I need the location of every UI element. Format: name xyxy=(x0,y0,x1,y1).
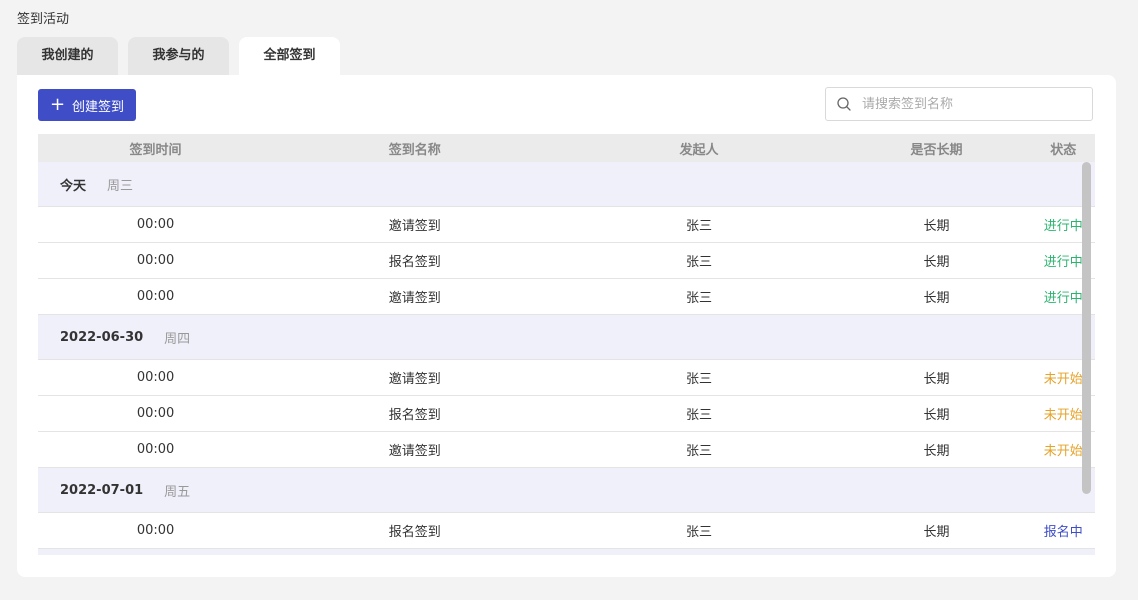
tab-my-created[interactable]: 我创建的 xyxy=(17,37,118,75)
cell-name: 报名签到 xyxy=(388,525,441,540)
cell-long-term: 长期 xyxy=(923,372,950,387)
table-header: 签到时间 签到名称 发起人 是否长期 状态 xyxy=(38,134,1095,162)
header-signin-time[interactable]: 签到时间 xyxy=(38,139,273,158)
cell-name: 报名签到 xyxy=(388,255,441,270)
cell-long-term: 长期 xyxy=(923,219,950,234)
header-long-term[interactable]: 是否长期 xyxy=(842,139,1032,158)
cell-initiator: 张三 xyxy=(685,525,712,540)
cell-initiator: 张三 xyxy=(685,444,712,459)
cell-initiator: 张三 xyxy=(685,372,712,387)
header-initiator[interactable]: 发起人 xyxy=(556,139,841,158)
date-group-row: 2022-06-30 周四 xyxy=(38,315,1095,360)
cell-time: 00:00 xyxy=(136,217,175,232)
page-title: 签到活动 xyxy=(17,12,70,27)
cell-initiator: 张三 xyxy=(685,408,712,423)
search-icon xyxy=(837,97,851,111)
cell-time: 00:00 xyxy=(136,370,175,385)
plus-icon: + xyxy=(49,94,66,115)
partial-group-row xyxy=(38,549,1095,555)
cell-long-term: 长期 xyxy=(923,444,950,459)
group-date: 2022-07-01 xyxy=(60,482,144,498)
cell-time: 00:00 xyxy=(136,523,175,538)
search-box xyxy=(825,87,1093,121)
group-weekday: 周四 xyxy=(164,331,191,347)
group-date: 2022-06-30 xyxy=(60,329,144,345)
cell-long-term: 长期 xyxy=(923,525,950,540)
group-weekday: 周五 xyxy=(164,484,191,500)
cell-long-term: 长期 xyxy=(923,291,950,306)
cell-name: 报名签到 xyxy=(388,408,441,423)
table-row[interactable]: 00:00 报名签到 张三 长期 报名中 xyxy=(38,513,1095,549)
search-input[interactable] xyxy=(860,95,1084,113)
table-row[interactable]: 00:00 邀请签到 张三 长期 进行中 xyxy=(38,207,1095,243)
tab-bar: 我创建的 我参与的 全部签到 xyxy=(17,37,340,75)
cell-name: 邀请签到 xyxy=(388,372,441,387)
cell-long-term: 长期 xyxy=(923,255,950,270)
cell-name: 邀请签到 xyxy=(388,444,441,459)
signin-table: 签到时间 签到名称 发起人 是否长期 状态 今天 周三 00:00 邀请签到 张三 长期进… xyxy=(38,134,1095,555)
cell-initiator: 张三 xyxy=(685,219,712,234)
main-panel: + 创建签到 签到时间 签到名称 发起人 是否长期 状态 今天 周三 00:00 邀请… xyxy=(17,75,1116,577)
table-scrollbar[interactable] xyxy=(1082,162,1091,494)
table-row[interactable]: 00:00 报名签到 张三 长期 未开始 xyxy=(38,396,1095,432)
cell-time: 00:00 xyxy=(136,442,175,457)
table-row[interactable]: 00:00 邀请签到 张三 长期 进行中 xyxy=(38,279,1095,315)
tab-all-signins[interactable]: 全部签到 xyxy=(239,37,340,75)
create-signin-label: 创建签到 xyxy=(72,99,125,115)
cell-name: 邀请签到 xyxy=(388,291,441,306)
table-row[interactable]: 00:00 邀请签到 张三 长期 未开始 xyxy=(38,360,1095,396)
cell-long-term: 长期 xyxy=(923,408,950,423)
header-status[interactable]: 状态 xyxy=(1031,139,1095,158)
cell-name: 邀请签到 xyxy=(388,219,441,234)
create-signin-button[interactable]: + 创建签到 xyxy=(38,89,136,121)
cell-time: 00:00 xyxy=(136,289,175,304)
table-row[interactable]: 00:00 邀请签到 张三 长期 未开始 xyxy=(38,432,1095,468)
group-date: 今天 xyxy=(60,178,87,194)
tab-my-joined[interactable]: 我参与的 xyxy=(128,37,229,75)
cell-time: 00:00 xyxy=(136,253,175,268)
header-signin-name[interactable]: 签到名称 xyxy=(273,139,556,158)
date-group-row: 2022-07-01 周五 xyxy=(38,468,1095,513)
cell-initiator: 张三 xyxy=(685,255,712,270)
table-row[interactable]: 00:00 报名签到 张三 长期 进行中 xyxy=(38,243,1095,279)
cell-status: 报名中 xyxy=(1043,525,1083,540)
table-body: 今天 周三 00:00 邀请签到 张三 长期 进行中 00:00 报名签到 张三 长期 进行中 00:0… xyxy=(38,162,1095,555)
group-weekday: 周三 xyxy=(107,178,134,194)
cell-initiator: 张三 xyxy=(685,291,712,306)
cell-time: 00:00 xyxy=(136,406,175,421)
date-group-row: 今天 周三 xyxy=(38,162,1095,207)
